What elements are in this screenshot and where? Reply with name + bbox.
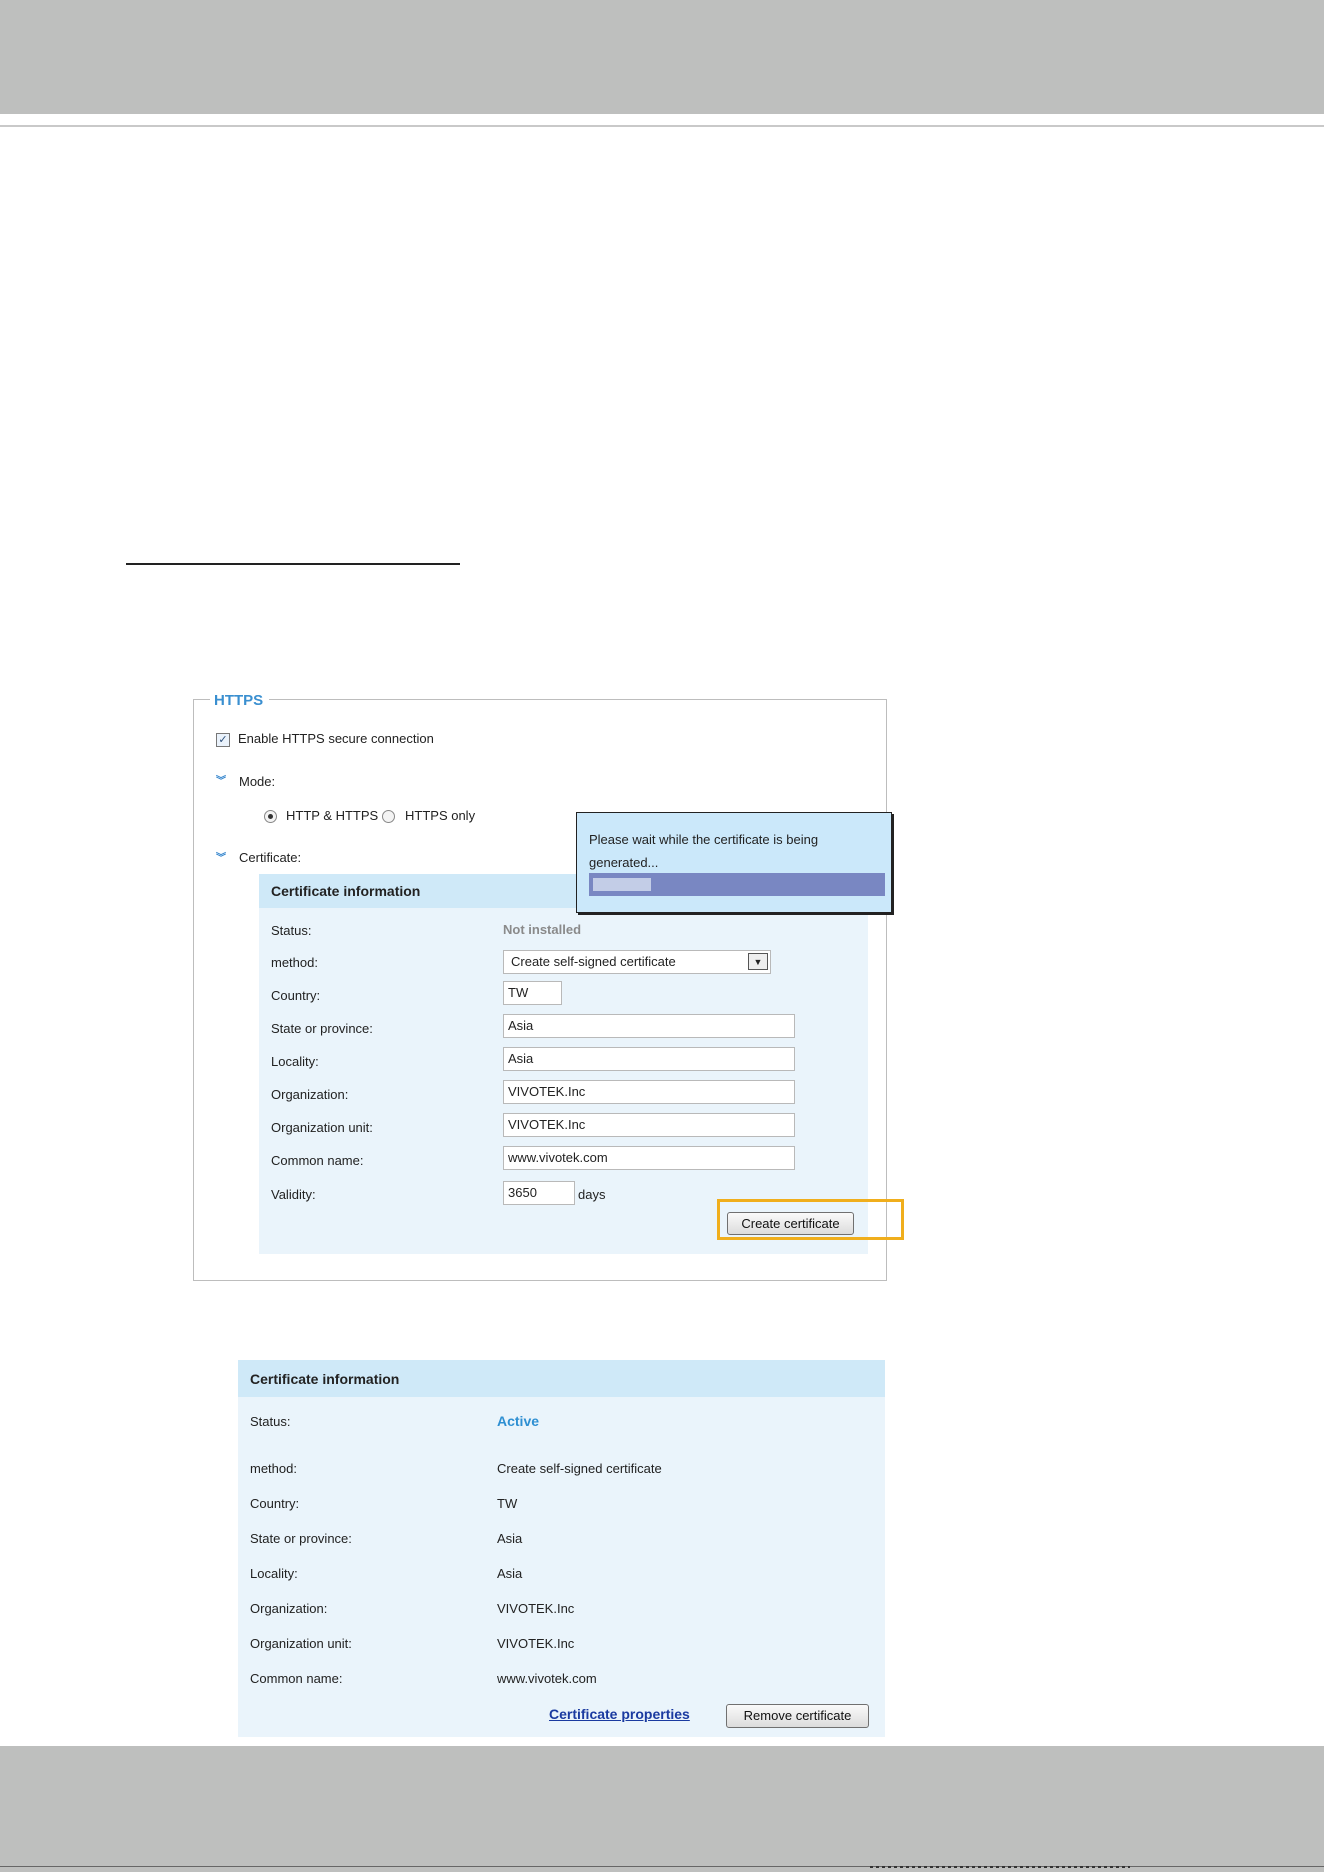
state-field[interactable]: Asia [503, 1014, 795, 1038]
validity-unit: days [578, 1187, 606, 1202]
bottom-band [0, 1746, 1324, 1872]
chevron-down-icon[interactable]: ▼ [748, 953, 768, 970]
status-value: Not installed [503, 922, 582, 937]
certificate-form-title: Certificate information [271, 883, 421, 899]
info-state-value: Asia [497, 1531, 523, 1546]
organization-field[interactable]: VIVOTEK.Inc [503, 1080, 795, 1104]
create-certificate-highlight [717, 1199, 904, 1240]
mode-label: Mode: [239, 774, 276, 789]
enable-https-label: Enable HTTPS secure connection [238, 731, 434, 746]
info-country-label: Country: [250, 1496, 300, 1511]
info-organization-label: Organization: [250, 1601, 328, 1616]
common-name-field[interactable]: www.vivotek.com [503, 1146, 795, 1170]
certificate-properties-link[interactable]: Certificate properties [549, 1706, 690, 1722]
method-label: method: [271, 955, 318, 970]
info-status-value: Active [497, 1413, 540, 1429]
mode-expand-icon[interactable]: ︾ [216, 776, 226, 788]
country-label: Country: [271, 988, 321, 1003]
footer-dashes [870, 1866, 1130, 1868]
certificate-info-title: Certificate information [250, 1371, 400, 1387]
info-organization-unit-label: Organization unit: [250, 1636, 352, 1651]
info-method-value: Create self-signed certificate [497, 1461, 662, 1476]
top-band [0, 0, 1324, 114]
info-locality-label: Locality: [250, 1566, 298, 1581]
info-common-name-label: Common name: [250, 1671, 343, 1686]
info-country-value: TW [497, 1496, 518, 1511]
info-organization-value: VIVOTEK.Inc [497, 1601, 575, 1616]
info-organization-unit-value: VIVOTEK.Inc [497, 1636, 575, 1651]
organization-label: Organization: [271, 1087, 349, 1102]
info-state-label: State or province: [250, 1531, 352, 1546]
certificate-expand-icon[interactable]: ︾ [216, 853, 226, 865]
country-field[interactable]: TW [503, 981, 562, 1005]
validity-field[interactable]: 3650 [503, 1181, 575, 1205]
organization-unit-field[interactable]: VIVOTEK.Inc [503, 1113, 795, 1137]
state-label: State or province: [271, 1021, 373, 1036]
https-legend: HTTPS [210, 692, 270, 710]
locality-label: Locality: [271, 1054, 319, 1069]
progress-fill [593, 878, 651, 891]
remove-certificate-button[interactable]: Remove certificate [726, 1704, 869, 1728]
radio-https-only[interactable] [382, 810, 395, 823]
validity-label: Validity: [271, 1187, 316, 1202]
radio-https-only-label: HTTPS only [405, 808, 476, 823]
certificate-label: Certificate: [239, 850, 302, 865]
info-status-label: Status: [250, 1414, 291, 1429]
common-name-label: Common name: [271, 1153, 364, 1168]
info-common-name-value: www.vivotek.com [497, 1671, 597, 1686]
info-method-label: method: [250, 1461, 297, 1476]
enable-https-checkbox[interactable]: ✓ [216, 733, 230, 747]
radio-http-https-label: HTTP & HTTPS [286, 808, 379, 823]
info-locality-value: Asia [497, 1566, 523, 1581]
section-rule [126, 563, 460, 565]
status-label: Status: [271, 923, 312, 938]
radio-http-https[interactable] [264, 810, 277, 823]
locality-field[interactable]: Asia [503, 1047, 795, 1071]
organization-unit-label: Organization unit: [271, 1120, 373, 1135]
header-divider [0, 125, 1324, 127]
method-select[interactable]: Create self-signed certificate [503, 950, 771, 974]
generating-message: Please wait while the certificate is bei… [589, 832, 819, 870]
